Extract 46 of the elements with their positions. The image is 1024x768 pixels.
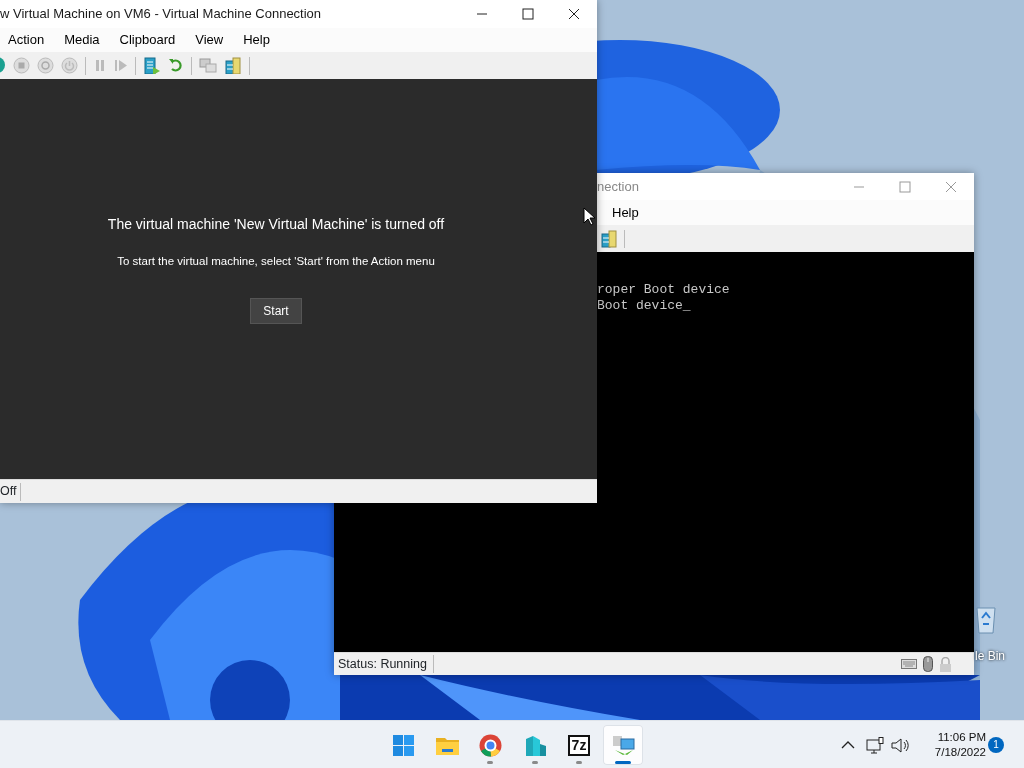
date-text: 7/18/2022 [933,745,986,760]
windows-icon [390,732,416,758]
close-icon [945,180,957,193]
status-text: Off [0,483,17,501]
reset-icon[interactable] [37,57,54,74]
keyboard-icon [901,659,917,669]
menu-item[interactable]: Media [56,30,108,50]
menu-item[interactable]: Help [235,30,278,50]
menu-item[interactable]: Action [0,30,53,50]
play-icon[interactable] [114,57,128,74]
notification-badge[interactable]: 1 [988,737,1004,753]
menu-item[interactable]: Help [604,202,647,223]
computers-icon[interactable] [199,57,217,74]
volume-icon[interactable] [891,737,910,753]
recycle-bin-label: le Bin [975,648,1006,665]
recycle-bin-icon [975,604,997,634]
maximize-icon [522,8,534,20]
lock-icon [939,656,952,672]
server-icon[interactable] [600,229,618,248]
window-title: nection [597,177,640,196]
pause-icon[interactable] [93,57,107,74]
maximize-icon [899,180,911,193]
server-icon[interactable] [224,57,242,74]
chevron-up-icon[interactable] [841,741,855,749]
menu-item[interactable]: View [187,30,232,50]
document-icon[interactable] [143,57,161,74]
console-line: Boot device_ [597,298,691,314]
power-icon[interactable] [61,57,78,74]
close-icon [568,8,580,20]
message-heading: The virtual machine 'New Virtual Machine' is turned off [107,215,445,234]
start-button[interactable]: Start [250,298,302,325]
taskbar-app[interactable] [603,725,643,765]
time-text: 11:06 PM [936,730,986,745]
status-text: Status: Running [338,655,427,673]
network-icon[interactable] [866,736,884,754]
mouse-icon [923,656,933,672]
browser-icon [477,732,503,758]
taskbar-app[interactable]: 7z [559,725,599,765]
stop-icon[interactable] [13,57,30,74]
start-icon[interactable] [0,57,6,74]
window-title: w Virtual Machine on VM6 - Virtual Machine Connection [0,5,323,24]
cursor-icon [583,207,595,226]
console-line: roper Boot device [597,282,730,298]
undo-icon[interactable] [168,57,184,74]
message-detail: To start the virtual machine, select 'Start' from the Action menu [117,254,435,269]
menu-item[interactable]: Clipboard [111,30,184,50]
